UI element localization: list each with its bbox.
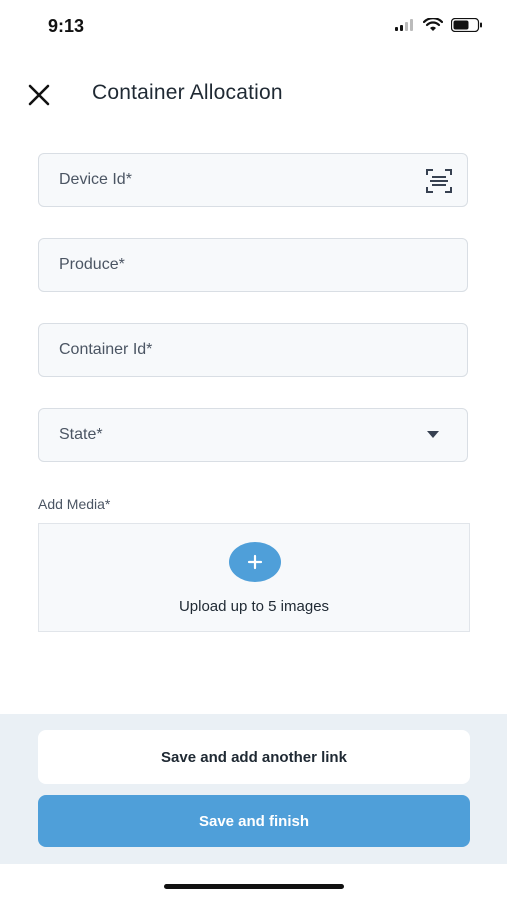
add-media-button[interactable] [229,542,281,582]
signal-icon [395,19,413,31]
close-button[interactable] [24,80,54,110]
battery-icon [451,18,482,32]
home-indicator[interactable] [164,884,344,889]
status-time: 9:13 [48,16,85,36]
status-icons [395,18,483,32]
save-and-finish-button[interactable]: Save and finish [38,795,470,847]
plus-icon [247,554,263,570]
container-id-placeholder: Container Id* [59,341,153,358]
save-and-add-another-button[interactable]: Save and add another link [38,730,470,784]
produce-placeholder: Produce* [59,256,125,273]
barcode-scan-button[interactable] [425,167,453,195]
media-upload-area[interactable]: Upload up to 5 images [38,523,470,632]
header: Container Allocation [0,72,507,116]
page-title: Container Allocation [92,81,283,104]
state-placeholder: State* [59,426,103,443]
wifi-icon [423,18,443,31]
container-id-field[interactable]: Container Id* [38,323,468,377]
add-media-label: Add Media* [38,496,111,512]
close-icon [28,84,50,106]
barcode-scan-icon [426,169,452,193]
device-id-placeholder: Device Id* [59,171,132,188]
state-dropdown[interactable]: State* [38,408,468,462]
dropdown-arrow-icon [427,431,439,438]
produce-field[interactable]: Produce* [38,238,468,292]
upload-hint: Upload up to 5 images [178,598,330,615]
footer-actions: Save and add another link Save and finis… [0,714,507,864]
device-id-field[interactable]: Device Id* [38,153,468,207]
status-bar: 9:13 [0,0,507,54]
